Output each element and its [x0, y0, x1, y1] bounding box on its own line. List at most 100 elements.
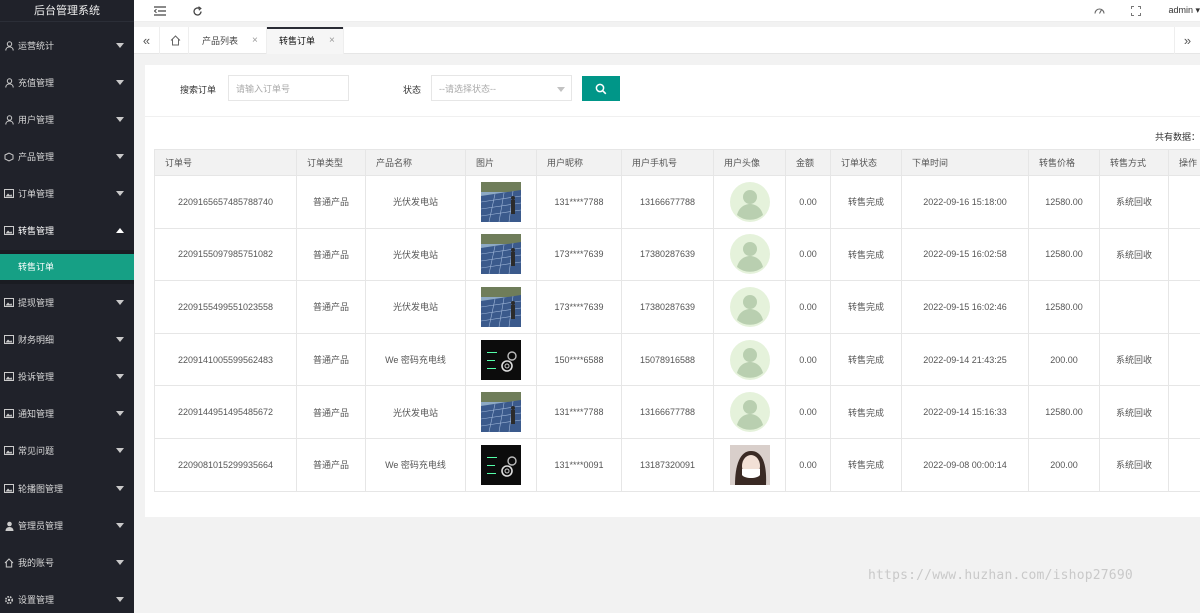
column-header: 图片	[465, 149, 537, 176]
cell-method: 系统回收	[1099, 332, 1169, 387]
column-header: 用户手机号	[621, 149, 714, 176]
cell-product: 光伏发电站	[365, 175, 466, 229]
cell-type: 普通产品	[296, 332, 366, 387]
product-thumbnail[interactable]	[481, 181, 521, 222]
tab-scroll-left-icon[interactable]: «	[134, 27, 160, 54]
sidebar-item[interactable]: 产品管理	[0, 138, 134, 175]
admin-user-menu[interactable]: admin ▾	[1168, 5, 1200, 16]
table-row: 2209155097985751082 普通产品 光伏发电站 173****7639 1…	[154, 227, 1200, 282]
gear-icon	[3, 594, 15, 606]
home-icon	[3, 557, 15, 569]
cell-type: 普通产品	[296, 175, 366, 229]
image-icon	[3, 225, 15, 237]
content-card: 搜索订单 请输入订单号 状态 --请选择状态-- 共有数据： 订单号 订单类型 产品…	[145, 65, 1200, 517]
chevron-down-icon	[116, 154, 124, 159]
cell-time: 2022-09-15 16:02:46	[901, 280, 1029, 334]
cell-status: 转售完成	[830, 280, 902, 334]
cell-phone: 17380287639	[621, 227, 714, 282]
cell-price: 12580.00	[1028, 385, 1100, 439]
image-icon	[3, 371, 15, 383]
sidebar: 后台管理系统 运营统计 充值管理用户管理产品管理订单管理转售管理提现管理 财务明细投…	[0, 0, 134, 613]
search-button[interactable]	[582, 76, 620, 101]
product-thumbnail[interactable]	[481, 234, 521, 275]
sidebar-item[interactable]: 用户管理	[0, 101, 134, 138]
sidebar-item-label: 轮播图管理	[18, 484, 64, 494]
sidebar-item-label: 产品管理	[18, 152, 55, 162]
close-icon[interactable]: ×	[329, 35, 335, 46]
tab-product-list[interactable]: 产品列表 ×	[190, 27, 267, 54]
cell-time: 2022-09-08 00:00:14	[901, 437, 1029, 492]
home-tab-icon[interactable]	[163, 27, 189, 54]
avatar-cell	[713, 280, 786, 334]
status-select[interactable]: --请选择状态--	[431, 75, 572, 101]
user-icon	[3, 40, 15, 52]
cell-phone: 15078916588	[621, 332, 714, 387]
product-thumbnail[interactable]	[481, 392, 521, 433]
search-order-label: 搜索订单	[180, 85, 217, 95]
product-image-cell	[465, 280, 537, 334]
cell-type: 普通产品	[296, 227, 366, 282]
search-form: 搜索订单 请输入订单号 状态 --请选择状态--	[145, 65, 1200, 117]
avatar-cell	[713, 175, 786, 229]
image-icon	[3, 188, 15, 200]
sidebar-item[interactable]: 订单管理	[0, 175, 134, 212]
cell-time: 2022-09-14 15:16:33	[901, 385, 1029, 439]
product-image-cell	[465, 227, 537, 282]
product-thumbnail[interactable]	[481, 286, 521, 327]
chevron-down-icon: ▾	[1195, 5, 1200, 15]
column-header: 订单类型	[296, 149, 366, 176]
cell-method: 系统回收	[1099, 175, 1169, 229]
sidebar-item[interactable]: 我的账号	[0, 544, 134, 581]
sidebar-item[interactable]: 投诉管理	[0, 358, 134, 395]
order-search-placeholder: 请输入订单号	[236, 83, 291, 94]
tab-scroll-right-icon[interactable]: »	[1174, 27, 1200, 54]
user-icon	[3, 114, 15, 126]
sidebar-item[interactable]: 充值管理	[0, 64, 134, 101]
sidebar-item[interactable]: 运营统计	[0, 27, 134, 64]
product-thumbnail[interactable]	[481, 444, 521, 485]
chevron-down-icon	[116, 374, 124, 379]
product-thumbnail[interactable]	[481, 339, 521, 380]
chevron-down-icon	[116, 117, 124, 122]
menu-toggle-icon[interactable]	[153, 4, 167, 18]
cell-amount: 0.00	[785, 385, 831, 439]
theme-icon[interactable]	[1092, 4, 1106, 18]
avatar-cell	[713, 385, 786, 439]
sidebar-item[interactable]: 财务明细	[0, 321, 134, 358]
chevron-down-icon	[116, 448, 124, 453]
avatar	[729, 339, 770, 380]
sidebar-item[interactable]: 转售管理	[0, 212, 134, 249]
sidebar-item[interactable]: 管理员管理	[0, 507, 134, 544]
avatar-cell	[713, 227, 786, 282]
cell-type: 普通产品	[296, 437, 366, 492]
search-icon	[595, 83, 607, 94]
sidebar-item-label: 订单管理	[18, 189, 55, 199]
sidebar-item[interactable]: 提现管理	[0, 284, 134, 321]
cell-amount: 0.00	[785, 332, 831, 387]
fullscreen-icon[interactable]	[1129, 4, 1143, 18]
cell-product: 光伏发电站	[365, 280, 466, 334]
sidebar-item[interactable]: 设置管理	[0, 581, 134, 613]
sidebar-subitem-resale-orders[interactable]: 转售订单	[0, 254, 134, 280]
sidebar-item-label: 用户管理	[18, 115, 55, 125]
order-search-input[interactable]: 请输入订单号	[228, 75, 349, 101]
column-header: 订单号	[154, 149, 297, 176]
close-icon[interactable]: ×	[252, 35, 258, 46]
refresh-icon[interactable]	[190, 4, 204, 18]
product-image-cell	[465, 332, 537, 387]
sidebar-item[interactable]: 常见问题	[0, 432, 134, 469]
column-header: 订单状态	[830, 149, 902, 176]
cell-phone: 13166677788	[621, 385, 714, 439]
sidebar-item-label: 常见问题	[18, 446, 55, 456]
column-header: 转售方式	[1099, 149, 1169, 176]
avatar	[729, 234, 770, 275]
cell-order-no: 2209081015299935664	[154, 437, 297, 492]
app-logo-title: 后台管理系统	[0, 0, 134, 22]
sidebar-item[interactable]: 通知管理	[0, 395, 134, 432]
chevron-down-icon	[116, 43, 124, 48]
tab-resale-orders[interactable]: 转售订单 ×	[267, 27, 344, 54]
cell-actions	[1168, 280, 1200, 334]
column-header: 产品名称	[365, 149, 466, 176]
sidebar-item[interactable]: 轮播图管理	[0, 470, 134, 507]
cell-amount: 0.00	[785, 227, 831, 282]
